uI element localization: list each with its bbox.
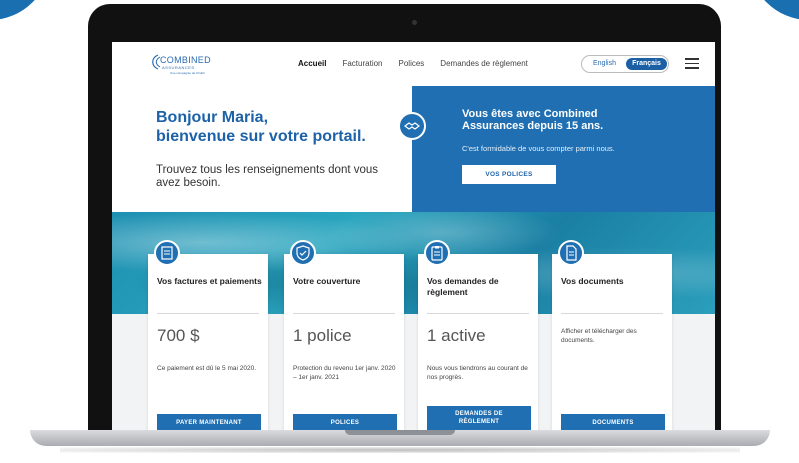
nav-facturation[interactable]: Facturation	[342, 59, 382, 68]
card-description: Nous vous tiendrons au courant de nos pr…	[427, 365, 528, 381]
card-documents: Vos documents Afficher et télécharger de…	[552, 240, 672, 430]
card-value: 1 police	[293, 326, 352, 345]
lang-english-button[interactable]: English	[593, 60, 616, 67]
top-nav: COMBINED ASSURANCES Une compagnie de Chu…	[112, 42, 715, 86]
document-icon	[558, 240, 584, 266]
clipboard-icon	[424, 240, 450, 266]
nav-polices[interactable]: Polices	[399, 59, 425, 68]
card-description: Afficher et télécharger des documents.	[561, 328, 637, 344]
language-toggle: English Français	[581, 55, 669, 73]
webcam-icon	[412, 20, 417, 25]
loyalty-line-1: Vous êtes avec Combined	[462, 108, 598, 120]
hero-loyalty: Vous êtes avec Combined Assurances depui…	[412, 86, 715, 212]
welcome-line-2: bienvenue sur votre portail.	[156, 128, 366, 145]
documents-button[interactable]: DOCUMENTS	[561, 414, 665, 430]
card-divider	[561, 313, 663, 314]
nav-links: Accueil Facturation Polices Demandes de …	[298, 59, 528, 68]
nav-demandes[interactable]: Demandes de règlement	[440, 59, 528, 68]
hamburger-menu-icon[interactable]	[685, 58, 699, 69]
card-title: Vos factures et paiements	[157, 276, 262, 286]
welcome-line-1: Bonjour Maria,	[156, 109, 269, 126]
nav-accueil[interactable]: Accueil	[298, 59, 326, 68]
vos-polices-button[interactable]: VOS POLICES	[462, 165, 556, 184]
stage: COMBINED ASSURANCES Une compagnie de Chu…	[0, 0, 799, 463]
card-description: Protection du revenu 1er janv. 2020 – 1e…	[293, 365, 396, 381]
brand-logo[interactable]: COMBINED ASSURANCES Une compagnie de Chu…	[148, 54, 238, 76]
button-line-1: DEMANDES DE	[455, 411, 503, 417]
decor-corner-right	[749, 0, 799, 20]
brand-tagline: Une compagnie de Chubb	[170, 71, 205, 75]
card-divider	[293, 313, 395, 314]
card-factures: Vos factures et paiements 700 $ Ce paiem…	[148, 240, 268, 430]
polices-button[interactable]: POLICES	[293, 414, 397, 430]
payer-maintenant-button[interactable]: PAYER MAINTENANT	[157, 414, 261, 430]
laptop-shadow	[60, 447, 740, 453]
loyalty-line-2: Assurances depuis 15 ans.	[462, 120, 604, 132]
card-description: Ce paiement est dû le 5 mai 2020.	[157, 365, 257, 372]
shield-icon	[290, 240, 316, 266]
laptop-screen: COMBINED ASSURANCES Une compagnie de Chu…	[112, 42, 715, 430]
card-title: Vos demandes de règlement	[427, 276, 499, 297]
demandes-reglement-button[interactable]: DEMANDES DE RÈGLEMENT	[427, 406, 531, 430]
card-couverture: Votre couverture 1 police Protection du …	[284, 240, 404, 430]
button-line-2: RÈGLEMENT	[458, 419, 500, 425]
welcome-heading: Bonjour Maria, bienvenue sur votre porta…	[156, 108, 366, 146]
card-value: 1 active	[427, 326, 486, 345]
brand-sub: ASSURANCES	[162, 65, 195, 70]
card-title: Votre couverture	[293, 276, 361, 286]
invoice-icon	[154, 240, 180, 266]
brand-name: COMBINED	[160, 55, 211, 65]
lang-french-button[interactable]: Français	[626, 58, 667, 70]
welcome-subtitle: Trouvez tous les renseignements dont vou…	[156, 164, 379, 189]
loyalty-subtitle: C'est formidable de vous compter parmi n…	[462, 144, 615, 153]
laptop-notch	[345, 430, 455, 435]
card-divider	[157, 313, 259, 314]
loyalty-heading: Vous êtes avec Combined Assurances depui…	[462, 108, 603, 132]
hero-welcome: Bonjour Maria, bienvenue sur votre porta…	[112, 86, 412, 212]
decor-corner-left	[0, 0, 50, 20]
card-divider	[427, 313, 529, 314]
card-title: Vos documents	[561, 276, 624, 286]
card-demandes: Vos demandes de règlement 1 active Nous …	[418, 240, 538, 430]
handshake-icon	[398, 112, 426, 140]
card-value: 700 $	[157, 326, 200, 345]
